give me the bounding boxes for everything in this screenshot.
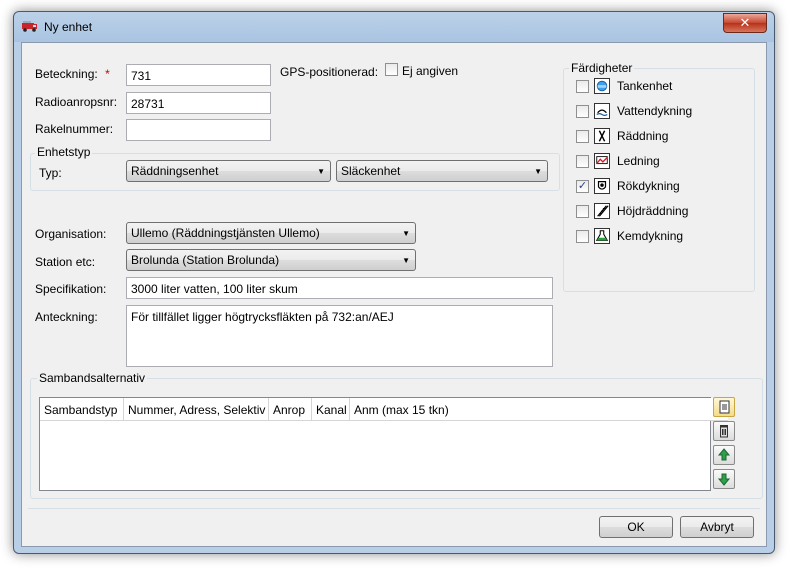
skill-label: Kemdykning (617, 229, 684, 243)
skill-label: Räddning (617, 129, 669, 143)
gps-checkbox[interactable] (385, 63, 398, 76)
move-down-button[interactable] (713, 469, 735, 489)
skill-label: Tankenhet (617, 79, 673, 93)
column-header[interactable]: Sambandstyp (40, 398, 124, 420)
arrow-up-icon (717, 448, 731, 461)
close-button[interactable]: ✕ (723, 13, 767, 33)
beteckning-label: Beteckning: * (35, 67, 110, 81)
skill-checkbox-raddning[interactable] (576, 130, 589, 143)
close-icon: ✕ (739, 15, 751, 30)
column-header[interactable]: Anrop (269, 398, 312, 420)
trash-icon (720, 425, 728, 438)
rakel-label: Rakelnummer: (35, 122, 114, 136)
typ-select[interactable]: Räddningsenhet ▼ (126, 160, 331, 182)
chemical-diving-icon (594, 228, 610, 244)
checkmark-icon: ✓ (577, 180, 588, 192)
cancel-button[interactable]: Avbryt (680, 516, 754, 538)
rakel-input[interactable] (126, 119, 271, 141)
skill-checkbox-vattendykning[interactable] (576, 105, 589, 118)
height-rescue-icon (594, 203, 610, 219)
window-title: Ny enhet (44, 20, 93, 34)
spec-input[interactable]: 3000 liter vatten, 100 liter skum (126, 277, 553, 299)
title-bar[interactable]: Ny enhet ✕ (14, 12, 774, 42)
skills-title: Färdigheter (569, 61, 635, 75)
subtyp-select-value: Släckenhet (341, 164, 401, 178)
command-icon (594, 153, 610, 169)
station-label: Station etc: (35, 255, 96, 269)
spec-label: Specifikation: (35, 282, 107, 296)
ok-button[interactable]: OK (599, 516, 673, 538)
typ-select-value: Räddningsenhet (131, 164, 219, 178)
radio-input[interactable]: 28731 (126, 92, 271, 114)
required-marker: * (105, 67, 110, 81)
footer-separator (28, 508, 760, 509)
skill-label: Rökdykning (617, 179, 680, 193)
water-diving-icon (594, 103, 610, 119)
typ-label: Typ: (39, 166, 62, 180)
dialog-client: Beteckning: * 731 Radioanropsnr: 28731 R… (21, 42, 767, 547)
arrow-down-icon (717, 473, 731, 486)
radio-label: Radioanropsnr: (35, 95, 118, 109)
tank-icon (594, 78, 610, 94)
skill-checkbox-tankenhet[interactable] (576, 80, 589, 93)
comms-title: Sambandsalternativ (37, 371, 148, 385)
delete-row-button[interactable] (713, 421, 735, 441)
comms-table-header: Sambandstyp Nummer, Adress, Selektiv Anr… (40, 398, 728, 421)
skill-checkbox-kemdykning[interactable] (576, 230, 589, 243)
station-select[interactable]: Brolunda (Station Brolunda) ▼ (126, 249, 416, 271)
move-up-button[interactable] (713, 445, 735, 465)
chevron-down-icon: ▼ (534, 167, 542, 176)
add-row-button[interactable] (713, 397, 735, 417)
skill-label: Ledning (617, 154, 660, 168)
column-header[interactable]: Anm (max 15 tkn) (350, 398, 728, 420)
chevron-down-icon: ▼ (402, 256, 410, 265)
organisation-select[interactable]: Ullemo (Räddningstjänsten Ullemo) ▼ (126, 222, 416, 244)
comms-table[interactable]: Sambandstyp Nummer, Adress, Selektiv Anr… (39, 397, 728, 491)
column-header[interactable]: Kanal (312, 398, 350, 420)
organisation-label: Organisation: (35, 227, 107, 241)
note-label: Anteckning: (35, 310, 98, 324)
chevron-down-icon: ▼ (317, 167, 325, 176)
dialog-window: Ny enhet ✕ Beteckning: * 731 Radioanrops… (13, 11, 775, 554)
fire-truck-icon (22, 21, 37, 32)
rescue-icon (594, 128, 610, 144)
station-select-value: Brolunda (Station Brolunda) (131, 253, 280, 267)
gps-checkbox-label: Ej angiven (402, 64, 459, 78)
column-header[interactable]: Nummer, Adress, Selektiv (124, 398, 269, 420)
subtyp-select[interactable]: Släckenhet ▼ (336, 160, 548, 182)
chevron-down-icon: ▼ (402, 229, 410, 238)
new-document-icon (719, 400, 730, 414)
note-textarea[interactable]: För tillfället ligger högtrycksfläkten p… (126, 305, 553, 367)
skill-label: Vattendykning (617, 104, 693, 118)
enhetstyp-title: Enhetstyp (35, 145, 93, 159)
skill-label: Höjdräddning (617, 204, 689, 218)
skill-checkbox-ledning[interactable] (576, 155, 589, 168)
skill-checkbox-rokdykning[interactable]: ✓ (576, 180, 589, 193)
organisation-select-value: Ullemo (Räddningstjänsten Ullemo) (131, 226, 320, 240)
gps-label: GPS-positionerad: (280, 65, 379, 79)
smoke-diving-icon (594, 178, 610, 194)
beteckning-input[interactable]: 731 (126, 64, 271, 86)
skill-checkbox-hojdraddning[interactable] (576, 205, 589, 218)
